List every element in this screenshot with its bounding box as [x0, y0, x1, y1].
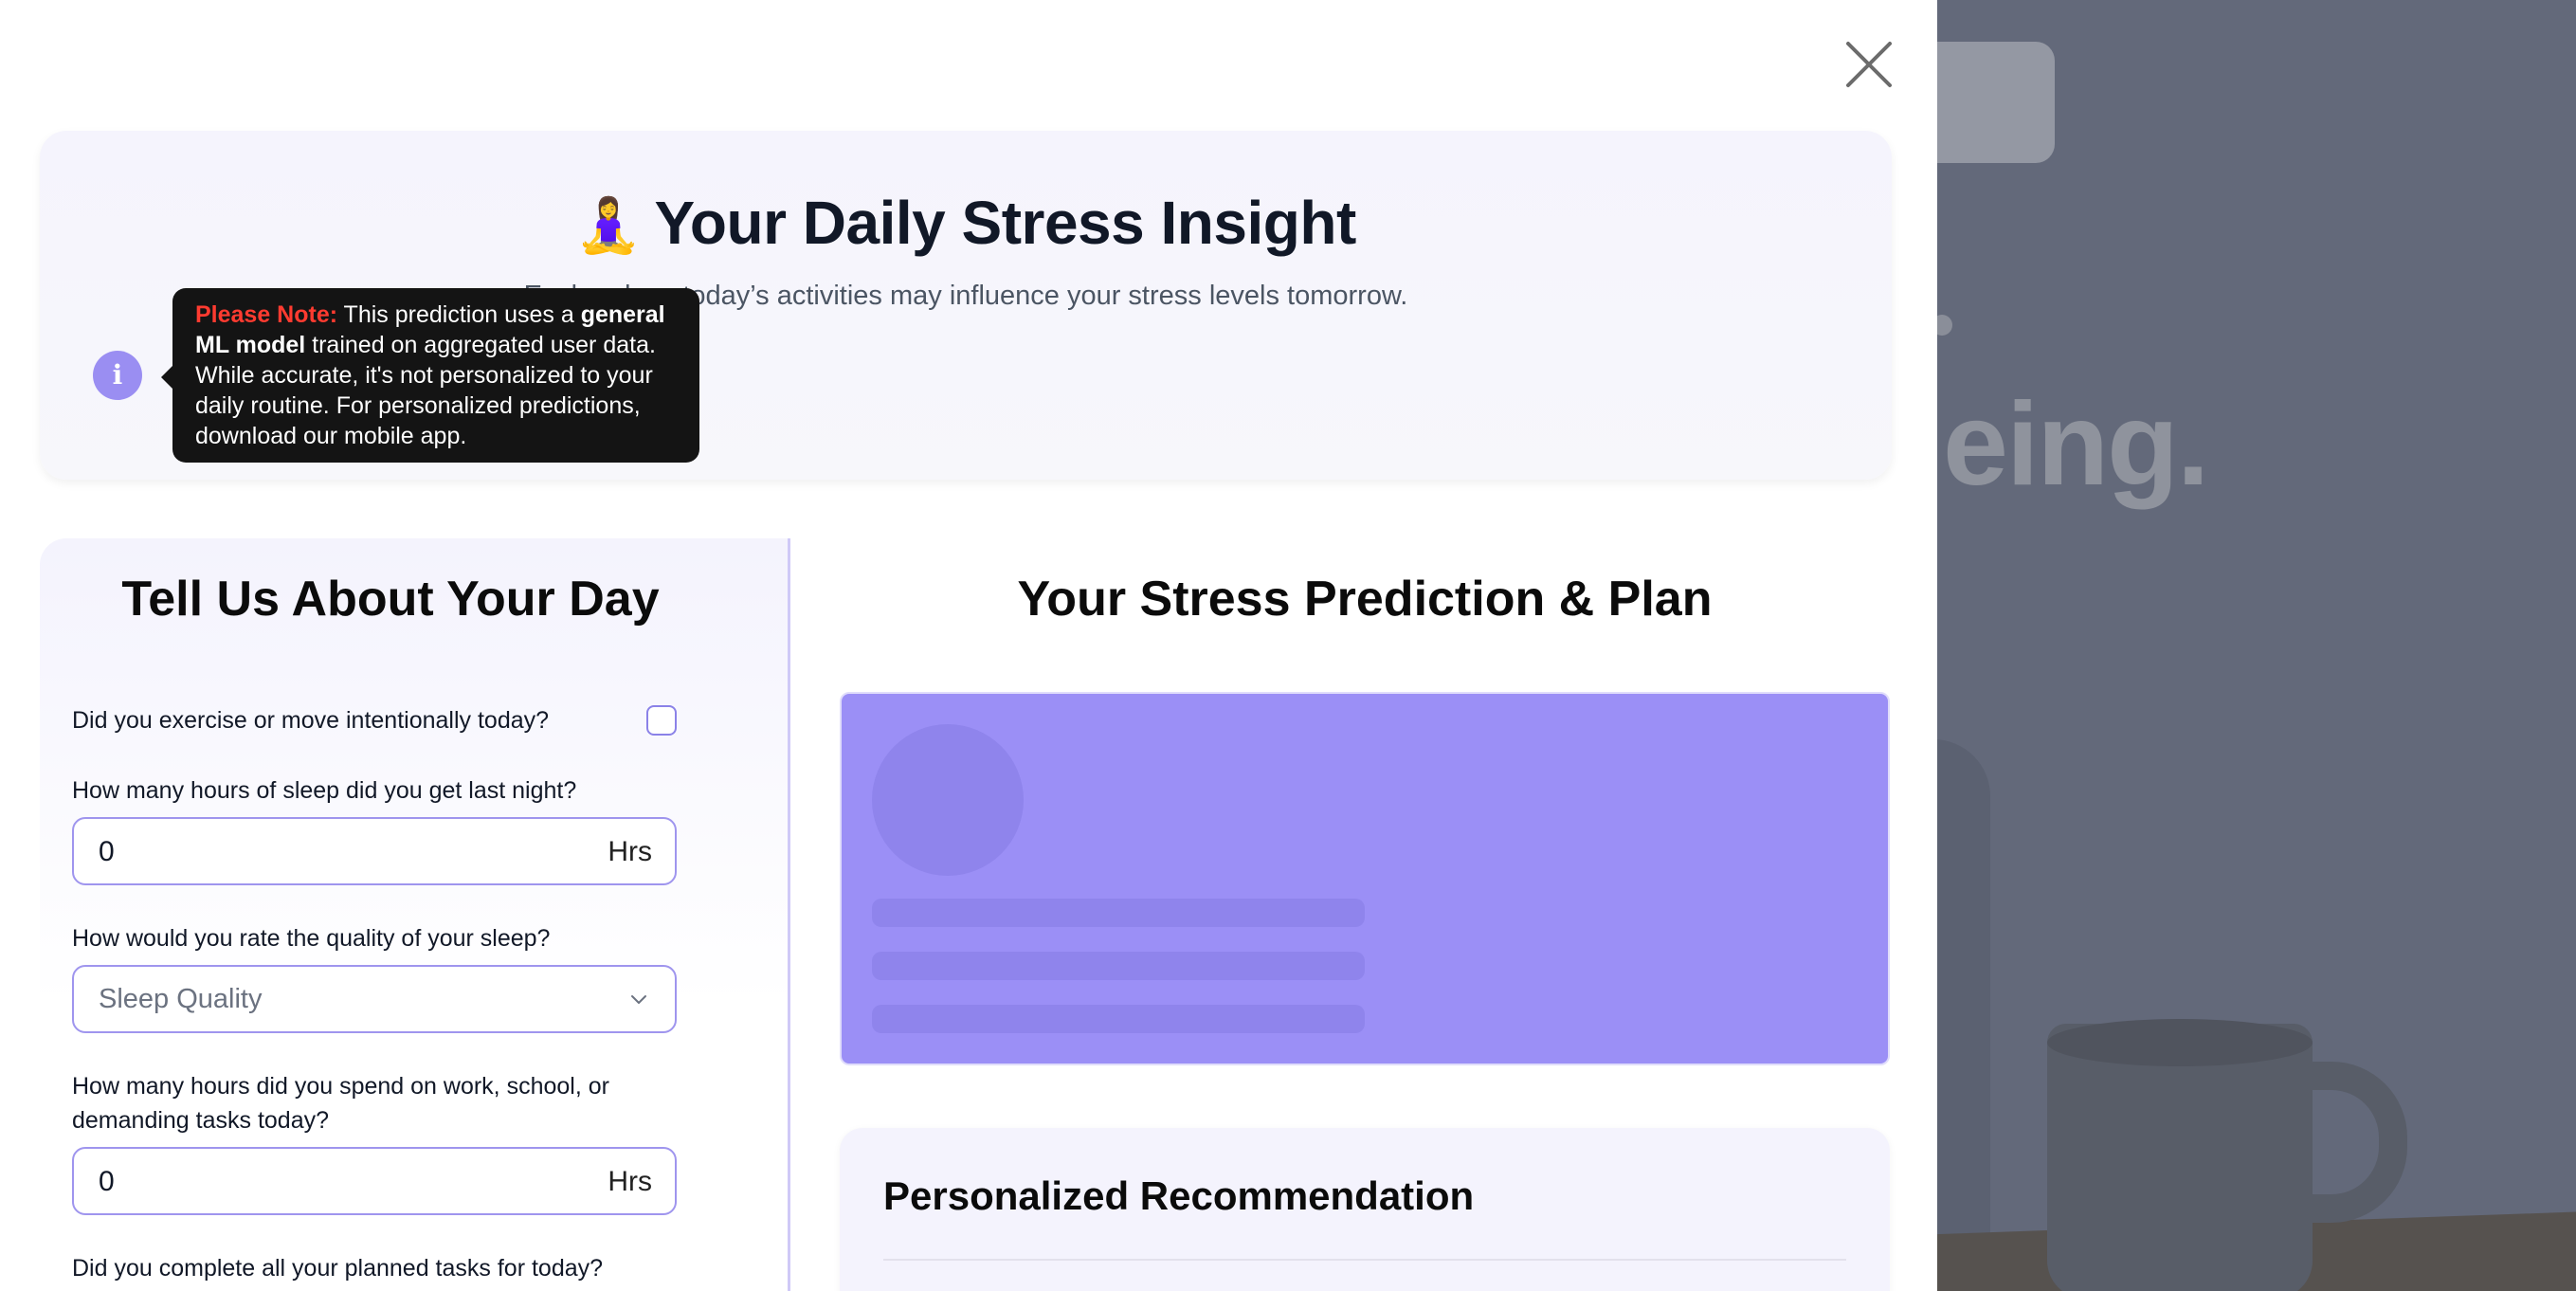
page-title-text: Your Daily Stress Insight	[654, 189, 1356, 257]
sleep-hours-input[interactable]: 0 Hrs	[72, 817, 677, 885]
sleep-hours-unit: Hrs	[608, 836, 652, 867]
tooltip-note-label: Please Note:	[195, 301, 338, 328]
close-button[interactable]	[1842, 38, 1896, 91]
exercise-checkbox[interactable]	[646, 705, 677, 736]
sleep-quality-placeholder: Sleep Quality	[99, 984, 263, 1014]
stress-insight-modal: 🧘‍♀️ Your Daily Stress Insight Explore ho…	[0, 0, 1937, 1291]
info-tooltip: Please Note: This prediction uses a gene…	[161, 288, 699, 463]
chevron-down-icon	[631, 995, 646, 1004]
recommendation-title: Personalized Recommendation	[883, 1173, 1475, 1218]
tooltip-text-before: This prediction uses a	[337, 301, 581, 328]
day-form: Tell Us About Your Day Did you exercise …	[40, 538, 790, 1291]
sleep-hours-question: How many hours of sleep did you get last…	[72, 777, 577, 804]
page-title: 🧘‍♀️ Your Daily Stress Insight	[40, 188, 1892, 258]
meditation-icon: 🧘‍♀️	[575, 195, 642, 255]
background-mug-rim	[2047, 1019, 2313, 1066]
sleep-quality-question: How would you rate the quality of your s…	[72, 925, 551, 952]
sleep-quality-select[interactable]: Sleep Quality	[72, 965, 677, 1033]
exercise-question: Did you exercise or move intentionally t…	[72, 707, 550, 734]
work-hours-unit: Hrs	[608, 1166, 652, 1197]
tasks-question: Did you complete all your planned tasks …	[72, 1255, 604, 1282]
recommendation-card: Personalized Recommendation	[840, 1128, 1890, 1291]
work-hours-value: 0	[99, 1166, 115, 1197]
work-hours-question: How many hours did you spend on work, sc…	[72, 1073, 609, 1134]
skeleton-bar	[872, 952, 1365, 980]
prediction-card-loading	[840, 692, 1890, 1065]
sleep-hours-value: 0	[99, 836, 115, 867]
work-hours-input[interactable]: 0 Hrs	[72, 1147, 677, 1215]
form-title: Tell Us About Your Day	[121, 572, 660, 627]
info-icon[interactable]: i	[93, 351, 142, 400]
skeleton-bar	[872, 899, 1365, 927]
prediction-title: Your Stress Prediction & Plan	[1017, 572, 1713, 627]
skeleton-bar	[872, 1005, 1365, 1033]
skeleton-circle	[872, 724, 1024, 876]
close-icon	[1846, 42, 1892, 87]
divider	[883, 1259, 1846, 1261]
background-headline: eing.	[1943, 379, 2209, 510]
